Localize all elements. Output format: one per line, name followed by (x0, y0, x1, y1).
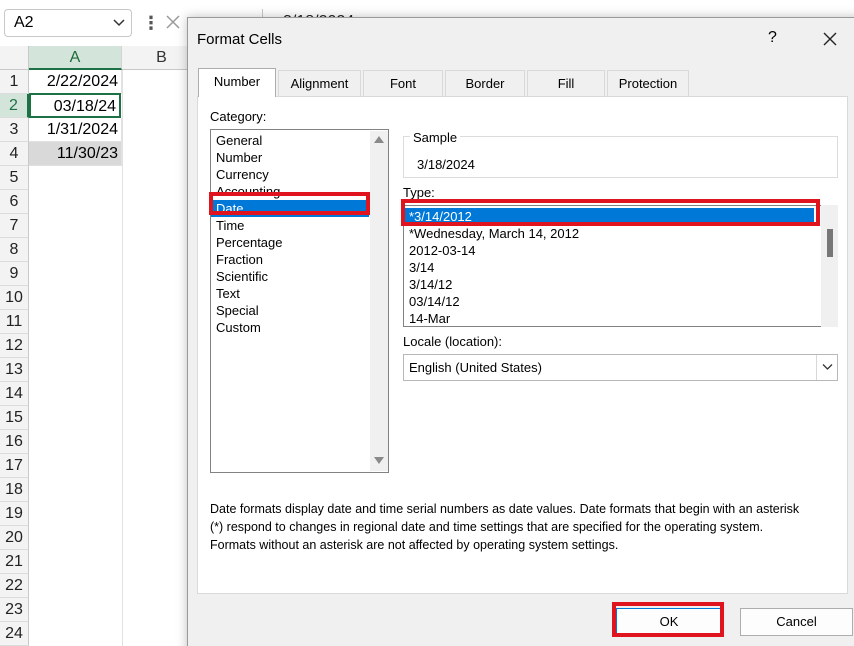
type-item[interactable]: 3/14/12 (404, 276, 814, 293)
type-item[interactable]: 03/14/12 (404, 293, 814, 310)
chevron-down-icon[interactable] (112, 15, 126, 29)
format-description: Date formats display date and time seria… (210, 500, 850, 554)
description-line: Date formats display date and time seria… (210, 502, 800, 516)
column-header-a[interactable]: A (29, 46, 122, 70)
row-header[interactable]: 22 (0, 574, 29, 598)
close-icon[interactable] (821, 30, 839, 48)
cancel-icon[interactable] (164, 13, 182, 31)
row-header[interactable]: 17 (0, 454, 29, 478)
cell-a4[interactable]: 11/30/23 (29, 142, 122, 166)
type-item[interactable]: 14-Mar (404, 310, 814, 326)
dialog-title: Format Cells (197, 31, 283, 48)
row-header[interactable]: 18 (0, 478, 29, 502)
tab-alignment[interactable]: Alignment (278, 70, 361, 96)
scroll-down-icon[interactable] (374, 457, 384, 465)
locale-value: English (United States) (409, 360, 542, 375)
category-item[interactable]: Custom (211, 319, 369, 336)
category-item[interactable]: Accounting (211, 183, 369, 200)
scroll-up-icon[interactable] (374, 135, 384, 143)
cancel-button[interactable]: Cancel (740, 608, 853, 636)
row-header[interactable]: 24 (0, 622, 29, 646)
row-header[interactable]: 20 (0, 526, 29, 550)
category-item[interactable]: General (211, 132, 369, 149)
category-item[interactable]: Time (211, 217, 369, 234)
locale-dropdown[interactable] (816, 355, 837, 380)
row-header[interactable]: 15 (0, 406, 29, 430)
type-item[interactable]: 2012-03-14 (404, 242, 814, 259)
row-header[interactable]: 1 (0, 70, 29, 94)
locale-select[interactable]: English (United States) (403, 354, 838, 381)
format-cells-dialog: Format Cells ? Number Alignment Font Bor… (187, 17, 854, 646)
type-item-selected[interactable]: *3/14/2012 (404, 208, 814, 225)
row-header[interactable]: 7 (0, 214, 29, 238)
row-header[interactable]: 23 (0, 598, 29, 622)
category-item-selected[interactable]: Date (211, 200, 369, 217)
cell-a3[interactable]: 1/31/2024 (29, 118, 122, 142)
cell-a2-active[interactable]: 03/18/24 (29, 93, 121, 118)
tab-font[interactable]: Font (363, 70, 443, 96)
type-item[interactable]: 3/14 (404, 259, 814, 276)
row-header[interactable]: 5 (0, 166, 29, 190)
category-label: Category: (210, 109, 267, 124)
ok-button[interactable]: OK (616, 608, 722, 636)
row-header[interactable]: 14 (0, 382, 29, 406)
row-header[interactable]: 9 (0, 262, 29, 286)
type-label: Type: (403, 185, 435, 200)
row-header[interactable]: 6 (0, 190, 29, 214)
row-header[interactable]: 11 (0, 310, 29, 334)
tab-border[interactable]: Border (445, 70, 525, 96)
category-item[interactable]: Fraction (211, 251, 369, 268)
tab-number[interactable]: Number (198, 68, 276, 97)
row-header[interactable]: 2 (0, 94, 29, 118)
type-scrollbar[interactable] (821, 205, 838, 327)
category-item[interactable]: Text (211, 285, 369, 302)
select-all-corner[interactable] (0, 46, 29, 70)
tab-fill[interactable]: Fill (527, 70, 605, 96)
category-item[interactable]: Currency (211, 166, 369, 183)
tab-protection[interactable]: Protection (607, 70, 689, 96)
category-item[interactable]: Number (211, 149, 369, 166)
row-header[interactable]: 21 (0, 550, 29, 574)
row-header[interactable]: 3 (0, 118, 29, 142)
column-b-area[interactable] (122, 70, 188, 646)
category-item[interactable]: Scientific (211, 268, 369, 285)
category-item[interactable]: Percentage (211, 234, 369, 251)
cell-a1[interactable]: 2/22/2024 (29, 70, 122, 94)
chevron-down-icon[interactable] (822, 363, 833, 371)
type-list[interactable]: *3/14/2012 *Wednesday, March 14, 2012 20… (403, 205, 823, 327)
type-item[interactable]: *Wednesday, March 14, 2012 (404, 225, 814, 242)
row-header[interactable]: 19 (0, 502, 29, 526)
description-line: Formats without an asterisk are not affe… (210, 538, 619, 552)
sample-label: Sample (410, 130, 461, 145)
row-header[interactable]: 16 (0, 430, 29, 454)
row-header[interactable]: 12 (0, 334, 29, 358)
description-line: (*) respond to changes in regional date … (210, 520, 764, 534)
row-header[interactable]: 13 (0, 358, 29, 382)
locale-label: Locale (location): (403, 334, 502, 349)
name-box-value: A2 (14, 14, 34, 31)
category-scrollbar[interactable] (370, 131, 388, 471)
row-header[interactable]: 8 (0, 238, 29, 262)
scroll-thumb[interactable] (827, 229, 833, 257)
row-header[interactable]: 4 (0, 142, 29, 166)
row-header[interactable]: 10 (0, 286, 29, 310)
help-button[interactable]: ? (768, 29, 777, 47)
sample-value: 3/18/2024 (417, 157, 475, 172)
more-options-icon[interactable]: ⋮ (142, 13, 160, 34)
category-item[interactable]: Special (211, 302, 369, 319)
category-list[interactable]: General Number Currency Accounting Date … (210, 129, 389, 473)
